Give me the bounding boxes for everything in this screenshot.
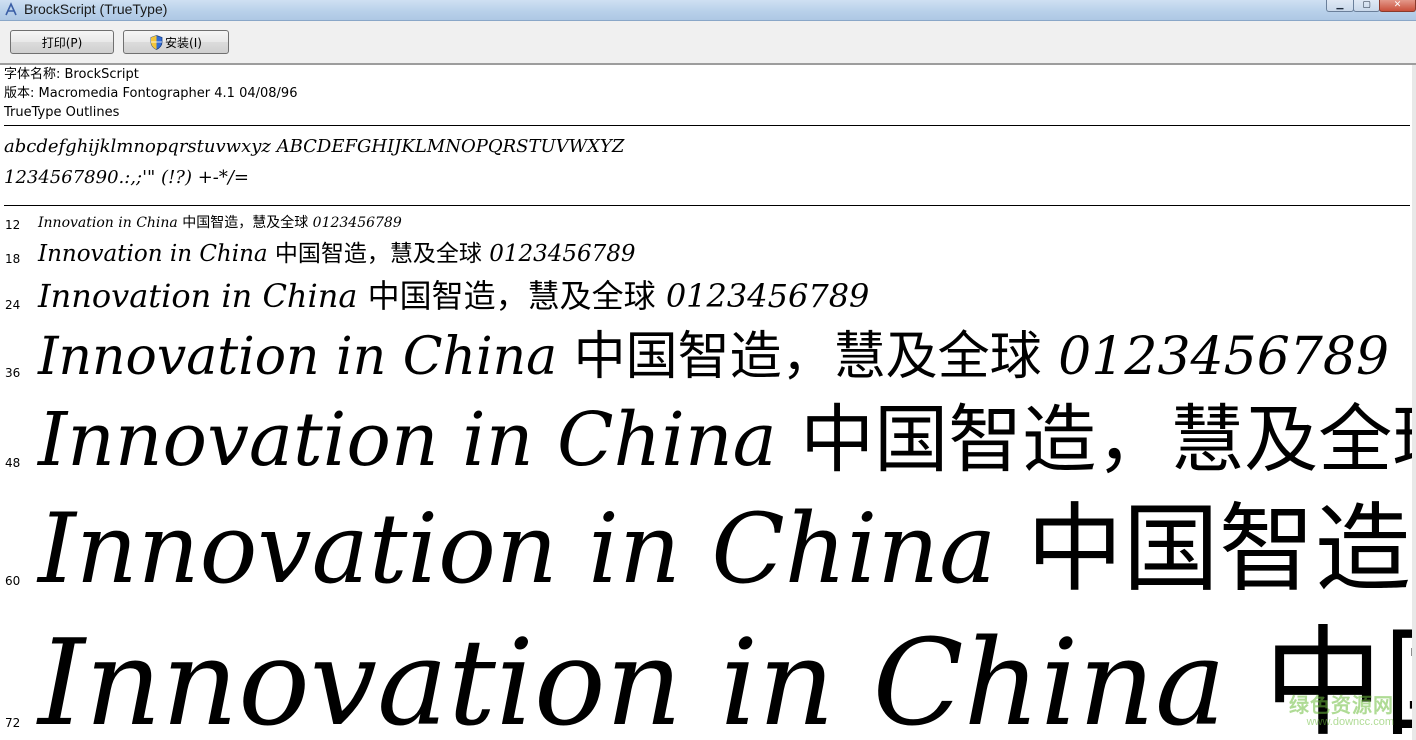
size-label: 18 <box>5 252 21 266</box>
sample-row-48: 48 Innovation in China 中国智造，慧及全球 01234567… <box>0 395 1416 488</box>
close-button[interactable]: ✕ <box>1379 0 1416 12</box>
font-preview-area: 字体名称: BrockScript 版本: Macromedia Fontogr… <box>0 65 1416 740</box>
divider-bottom <box>4 205 1410 206</box>
watermark: 绿色资源网 www.downcc.com <box>1289 694 1394 728</box>
charset-symbols: 1234567890.:,;'" (!?) +-*/= <box>4 167 250 188</box>
divider-top <box>4 125 1410 126</box>
sample-row-12: 12 Innovation in China 中国智造，慧及全球 01234567… <box>0 214 1416 232</box>
sample-row-36: 36 Innovation in China 中国智造，慧及全球 01234567… <box>0 326 1416 391</box>
sample-latin: Innovation in China <box>38 241 275 267</box>
font-name-line: 字体名称: BrockScript <box>4 67 139 82</box>
uac-shield-icon <box>150 35 163 50</box>
print-button[interactable]: 打印(P) <box>10 30 114 54</box>
sample-row-60: 60 Innovation in China 中国智造，慧及全球 01234567… <box>0 492 1416 612</box>
maximize-button[interactable]: ▢ <box>1353 0 1380 12</box>
title-bar: BrockScript (TrueType) ▁ ▢ ✕ <box>0 0 1416 21</box>
charset-letters: abcdefghijklmnopqrstuvwxyz ABCDEFGHIJKLM… <box>4 136 625 157</box>
size-label: 60 <box>5 574 21 588</box>
sample-latin: Innovation in China <box>38 397 801 483</box>
minimize-icon: ▁ <box>1336 0 1344 9</box>
font-app-icon <box>5 2 17 16</box>
sample-latin: Innovation in China <box>38 277 368 315</box>
sample-digits: 0123456789 <box>308 215 402 231</box>
sample-cjk: 中国智造，慧及全球 <box>1026 493 1416 605</box>
print-button-label: 打印(P) <box>41 36 83 50</box>
sample-digits: 0123456789 <box>481 241 636 267</box>
sample-digits: 0123456789 <box>1041 327 1390 387</box>
sample-row-24: 24 Innovation in China 中国智造，慧及全球 01234567… <box>0 277 1416 317</box>
sample-latin: Innovation in China <box>38 493 1027 605</box>
sample-cjk: 中国智造，慧及全球 <box>800 397 1416 483</box>
sample-text: Innovation in China 中国智造，慧及全球 0123456789 <box>38 395 1416 485</box>
font-viewer-window: BrockScript (TrueType) ▁ ▢ ✕ 打印(P) 安装(I) <box>0 0 1416 740</box>
sample-cjk: 中国智造，慧及全球 <box>182 215 309 231</box>
sample-digits: 0123456789 <box>655 277 870 315</box>
install-button-label: 安装(I) <box>165 36 202 50</box>
size-label: 36 <box>5 366 21 380</box>
size-label: 48 <box>5 456 21 470</box>
maximize-icon: ▢ <box>1362 0 1371 9</box>
install-button[interactable]: 安装(I) <box>123 30 229 54</box>
close-icon: ✕ <box>1393 0 1402 9</box>
sample-latin: Innovation in China <box>38 615 1264 740</box>
sample-text: Innovation in China 中国智造，慧及全球 0123456789 <box>38 277 869 315</box>
font-type-line: TrueType Outlines <box>4 105 120 120</box>
size-label: 24 <box>5 298 21 312</box>
vertical-scrollbar[interactable] <box>1412 65 1416 740</box>
sample-latin: Innovation in China <box>38 327 574 387</box>
toolbar: 打印(P) 安装(I) <box>0 21 1416 65</box>
sample-row-18: 18 Innovation in China 中国智造，慧及全球 01234567… <box>0 239 1416 268</box>
size-label: 12 <box>5 218 21 232</box>
sample-text: Innovation in China 中国智造，慧及全球 0123456789 <box>38 214 402 232</box>
window-controls: ▁ ▢ ✕ <box>1326 0 1416 12</box>
sample-cjk: 中国智造，慧及全球 <box>367 277 656 315</box>
font-version-line: 版本: Macromedia Fontographer 4.1 04/08/96 <box>4 86 298 101</box>
sample-text: Innovation in China 中国智造，慧及全球 0123456789 <box>38 239 636 268</box>
sample-cjk: 中国智造，慧及全球 <box>274 241 482 267</box>
sample-text: Innovation in China 中国智造，慧及全球 0123456789 <box>38 492 1416 607</box>
watermark-url: www.downcc.com <box>1306 716 1394 728</box>
sample-latin: Innovation in China <box>38 215 183 231</box>
sample-row-72: 72 Innovation in China 中国智造，慧及全球 01234567… <box>0 612 1416 740</box>
size-label: 72 <box>5 716 21 730</box>
watermark-title: 绿色资源网 <box>1289 693 1394 717</box>
sample-cjk: 中国智造，慧及全球 <box>573 327 1042 387</box>
minimize-button[interactable]: ▁ <box>1326 0 1354 12</box>
sample-text: Innovation in China 中国智造，慧及全球 0123456789 <box>38 612 1416 740</box>
window-title: BrockScript (TrueType) <box>24 1 168 17</box>
sample-text: Innovation in China 中国智造，慧及全球 0123456789 <box>38 326 1389 388</box>
